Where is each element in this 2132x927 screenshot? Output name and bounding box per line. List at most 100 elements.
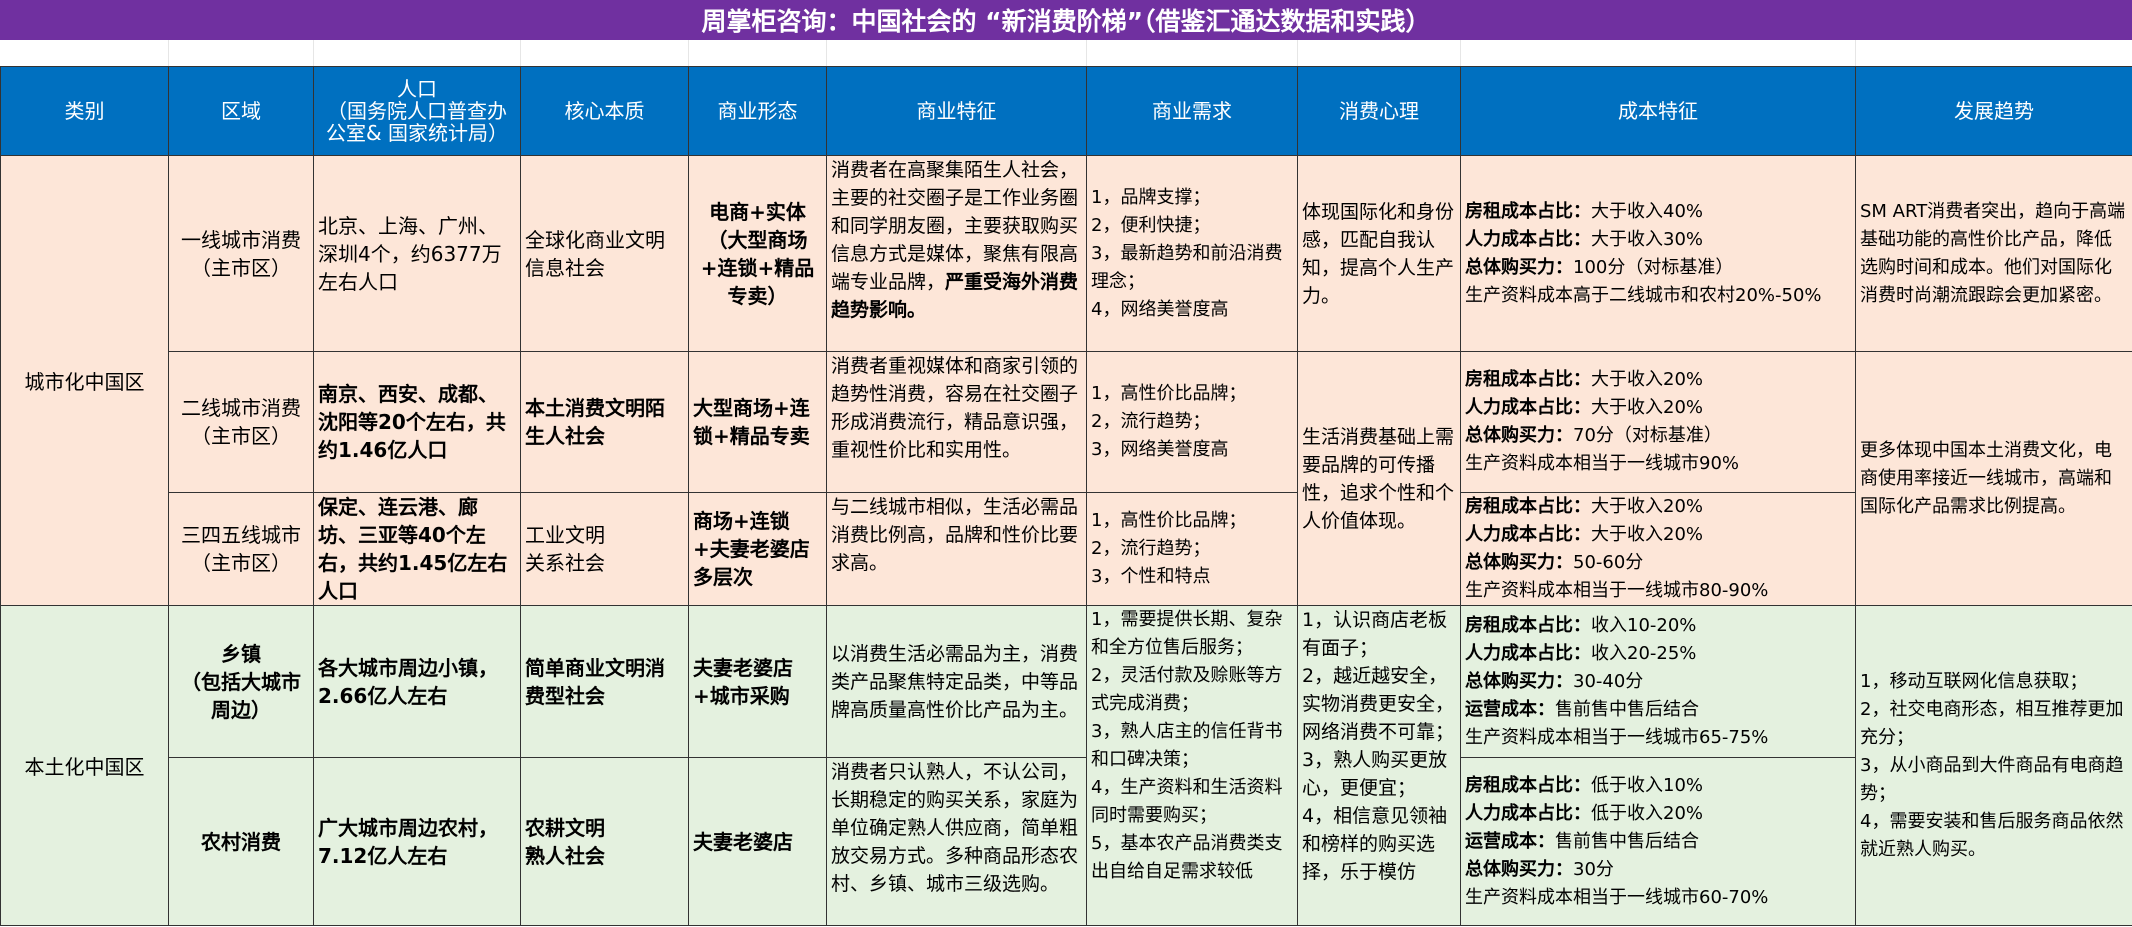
sheet-title: 周掌柜咨询：中国社会的 “新消费阶梯”（借鉴汇通达数据和实践） (0, 0, 2132, 40)
form-cell: 大型商场+连锁+精品专卖 (688, 351, 827, 493)
cost-label: 总体购买力： (1465, 256, 1573, 278)
population-cell: 北京、上海、广州、深圳4个，约6377万左右人口 (313, 155, 521, 352)
cost-label: 总体购买力： (1465, 425, 1573, 446)
demand-item: 2，流行趋势； (1091, 411, 1211, 432)
demand-item: 2，灵活付款及赊账等方式完成消费； (1091, 665, 1283, 714)
table-row: 二线城市消费 （主市区） 南京、西安、成都、沈阳等20个左右，共约1.46亿人口… (0, 351, 2132, 606)
form-cell: 夫妻老婆店+城市采购 (688, 605, 827, 758)
demand-item: 4，网络美誉度高 (1091, 298, 1229, 320)
blank-row (0, 40, 2132, 66)
trend-cell: SM ART消费者突出，趋向于高端基础功能的高性价比产品，降低选购时间和成本。他… (1855, 155, 2132, 352)
header-core: 核心本质 (520, 66, 689, 156)
cost-value: 50-60分 (1573, 552, 1644, 573)
table-row: 三四五线城市 （主市区） 保定、连云港、廊坊、三亚等40个左右，共约1.45亿左… (0, 492, 2132, 606)
demand-cell: 1，高性价比品牌； 2，流行趋势； 3，网络美誉度高 (1086, 351, 1298, 493)
core-cell: 简单商业文明消费型社会 (520, 605, 689, 758)
cost-label: 房租成本占比： (1465, 369, 1591, 390)
header-region: 区域 (168, 66, 314, 156)
demand-item: 2，便利快捷； (1091, 214, 1211, 236)
cost-cell: 房租成本占比：收入10-20% 人力成本占比：收入20-25% 总体购买力：30… (1460, 605, 1856, 758)
cost-note: 生产资料成本相当于一线城市65-75% (1465, 726, 1769, 748)
form-cell: 电商+实体 （大型商场+连锁+精品专卖） (688, 155, 827, 352)
cost-value: 低于收入20% (1591, 802, 1704, 824)
spreadsheet-view: 周掌柜咨询：中国社会的 “新消费阶梯”（借鉴汇通达数据和实践） 类别 区域 人口… (0, 0, 2132, 927)
cost-note: 生产资料成本相当于一线城市90% (1465, 453, 1740, 474)
core-cell: 农耕文明 熟人社会 (520, 757, 689, 926)
cost-cell: 房租成本占比：大于收入20% 人力成本占比：大于收入20% 总体购买力：50-6… (1460, 492, 1856, 606)
population-cell: 南京、西安、成都、沈阳等20个左右，共约1.46亿人口 (313, 351, 521, 493)
header-form: 商业形态 (688, 66, 827, 156)
table-row: 本土化中国区 乡镇 （包括大城市周边） 各大城市周边小镇，2.66亿人左右 简单… (0, 605, 2132, 926)
feature-cell: 消费者只认熟人，不认公司，长期稳定的购买关系，家庭为单位确定熟人供应商，简单粗放… (826, 757, 1087, 926)
cost-label: 总体购买力： (1465, 858, 1573, 880)
cost-label: 房租成本占比： (1465, 496, 1591, 517)
demand-item: 3，个性和特点 (1091, 566, 1211, 587)
demand-cell: 1，需要提供长期、复杂和全方位售后服务； 2，灵活付款及赊账等方式完成消费； 3… (1086, 605, 1298, 926)
psychology-cell: 体现国际化和身份感，匹配自我认知，提高个人生产力。 (1297, 155, 1461, 352)
core-cell: 本土消费文明陌生人社会 (520, 351, 689, 493)
cost-label: 人力成本占比： (1465, 228, 1591, 250)
cost-value: 收入10-20% (1591, 614, 1697, 636)
cost-label: 运营成本： (1465, 698, 1555, 720)
cost-cell: 房租成本占比：低于收入10% 人力成本占比：低于收入20% 运营成本：售前售中售… (1460, 757, 1856, 926)
cost-value: 大于收入30% (1591, 228, 1704, 250)
demand-item: 1，高性价比品牌； (1091, 510, 1247, 531)
cost-label: 房租成本占比： (1465, 200, 1591, 222)
header-cost: 成本特征 (1460, 66, 1856, 156)
header-psychology: 消费心理 (1297, 66, 1461, 156)
category-urban: 城市化中国区 (0, 155, 169, 606)
demand-item: 1，高性价比品牌； (1091, 383, 1247, 404)
cost-value: 大于收入40% (1591, 200, 1704, 222)
demand-item: 3，熟人店主的信任背书和口碑决策； (1091, 721, 1283, 770)
cost-value: 70分（对标基准） (1573, 425, 1722, 446)
cost-label: 人力成本占比： (1465, 642, 1591, 664)
demand-item: 2，流行趋势； (1091, 538, 1211, 559)
cost-value: 大于收入20% (1591, 496, 1704, 517)
cost-label: 房租成本占比： (1465, 614, 1591, 636)
core-cell: 工业文明 关系社会 (520, 492, 689, 606)
region-cell: 二线城市消费 （主市区） (168, 351, 314, 493)
feature-cell: 消费者在高聚集陌生人社会，主要的社交圈子是工作业务圈和同学朋友圈，主要获取购买信… (826, 155, 1087, 352)
cost-value: 售前售中售后结合 (1555, 698, 1699, 720)
cost-label: 房租成本占比： (1465, 774, 1591, 796)
header-demand: 商业需求 (1086, 66, 1298, 156)
region-cell: 一线城市消费 （主市区） (168, 155, 314, 352)
cost-label: 总体购买力： (1465, 670, 1573, 692)
cost-value: 100分（对标基准） (1573, 256, 1734, 278)
population-cell: 各大城市周边小镇，2.66亿人左右 (313, 605, 521, 758)
core-cell: 全球化商业文明信息社会 (520, 155, 689, 352)
category-local: 本土化中国区 (0, 605, 169, 926)
trend-cell: 更多体现中国本土消费文化，电商使用率接近一线城市，高端和国际化产品需求比例提高。 (1855, 351, 2132, 606)
demand-item: 3，最新趋势和前沿消费理念； (1091, 242, 1283, 292)
cost-value: 大于收入20% (1591, 524, 1704, 545)
trend-cell: 1，移动互联网化信息获取； 2，社交电商形态，相互推荐更加充分； 3，从小商品到… (1855, 605, 2132, 926)
demand-cell: 1，高性价比品牌； 2，流行趋势； 3，个性和特点 (1086, 492, 1298, 606)
table-row: 城市化中国区 一线城市消费 （主市区） 北京、上海、广州、深圳4个，约6377万… (0, 155, 2132, 606)
region-cell: 三四五线城市 （主市区） (168, 492, 314, 606)
cost-note: 生产资料成本高于二线城市和农村20%-50% (1465, 284, 1822, 306)
cost-note: 生产资料成本相当于一线城市60-70% (1465, 886, 1769, 908)
region-cell: 乡镇 （包括大城市周边） (168, 605, 314, 758)
cost-value: 30分 (1573, 858, 1614, 880)
demand-item: 4，生产资料和生活资料同时需要购买； (1091, 777, 1283, 826)
demand-item: 3，网络美誉度高 (1091, 439, 1229, 460)
feature-cell: 以消费生活必需品为主，消费类产品聚焦特定品类，中等品牌高质量高性价比产品为主。 (826, 605, 1087, 758)
cost-cell: 房租成本占比：大于收入20% 人力成本占比：大于收入20% 总体购买力：70分（… (1460, 351, 1856, 493)
demand-cell: 1，品牌支撑； 2，便利快捷； 3，最新趋势和前沿消费理念； 4，网络美誉度高 (1086, 155, 1298, 352)
cost-value: 大于收入20% (1591, 369, 1704, 390)
region-cell: 农村消费 (168, 757, 314, 926)
cost-value: 低于收入10% (1591, 774, 1704, 796)
cost-label: 总体购买力： (1465, 552, 1573, 573)
header-feature: 商业特征 (826, 66, 1087, 156)
feature-cell: 消费者重视媒体和商家引领的趋势性消费，容易在社交圈子形成消费流行，精品意识强，重… (826, 351, 1087, 493)
cost-value: 大于收入20% (1591, 397, 1704, 418)
cost-cell: 房租成本占比：大于收入40% 人力成本占比：大于收入30% 总体购买力：100分… (1460, 155, 1856, 352)
psychology-cell: 1，认识商店老板有面子； 2，越近越安全，实物消费更安全，网络消费不可靠； 3，… (1297, 605, 1461, 926)
demand-item: 5，基本农产品消费类支出自给自足需求较低 (1091, 833, 1283, 882)
cost-label: 运营成本： (1465, 830, 1555, 852)
form-cell: 夫妻老婆店 (688, 757, 827, 926)
population-cell: 广大城市周边农村，7.12亿人左右 (313, 757, 521, 926)
header-row: 类别 区域 人口 （国务院人口普查办公室& 国家统计局） 核心本质 商业形态 商… (0, 66, 2132, 156)
consumption-ladder-table: 类别 区域 人口 （国务院人口普查办公室& 国家统计局） 核心本质 商业形态 商… (0, 66, 2132, 926)
psychology-cell: 生活消费基础上需要品牌的可传播性，追求个性和个人价值体现。 (1297, 351, 1461, 606)
